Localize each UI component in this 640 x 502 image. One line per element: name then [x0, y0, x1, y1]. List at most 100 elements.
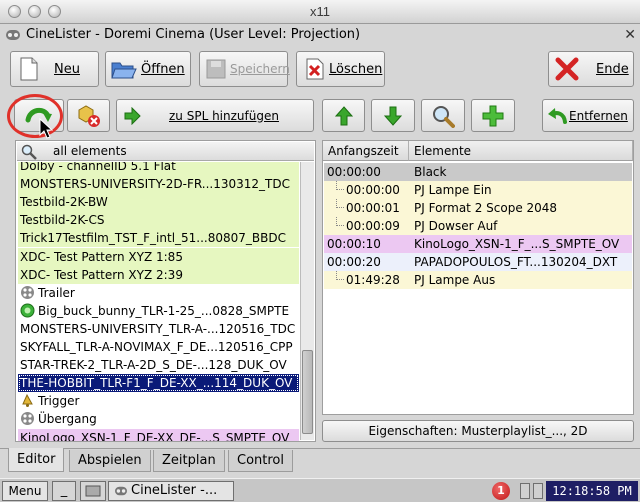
list-item[interactable]: MONSTERS-UNIVERSITY-2D-FR...130312_TDC: [18, 175, 299, 194]
element-cell: PAPADOPOULOS_FT...130204_DXT: [414, 255, 618, 269]
start-time-cell: 01:49:28: [346, 273, 400, 287]
new-document-icon: [20, 57, 38, 81]
list-item-label: Big_buck_bunny_TLR-1-25_...0828_SMPTE: [38, 303, 290, 318]
list-item[interactable]: KinoLogo_XSN-1_F_DE-XX_DE-...S_SMPTE_OV: [18, 428, 299, 442]
category-row[interactable]: Trailer: [18, 284, 299, 302]
save-button[interactable]: Speichern: [199, 51, 290, 87]
notification-count: 1: [497, 484, 505, 497]
list-item-label: MONSTERS-UNIVERSITY-2D-FR...130312_TDC: [20, 177, 290, 192]
list-item-label: STAR-TREK-2_TLR-A-2D_S_DE-...128_DUK_OV: [20, 358, 287, 373]
search-button[interactable]: [421, 99, 465, 132]
category-row[interactable]: Übergang: [18, 410, 299, 428]
playlist-row[interactable]: 00:00:00 PJ Lampe Ein: [324, 181, 632, 199]
remove-elements-button[interactable]: [67, 99, 110, 132]
list-item-label: Trick17Testfilm_TST_F_intl_51...80807_BB…: [20, 231, 286, 246]
underscore-label: _: [60, 483, 68, 498]
cubes-remove-icon: [78, 104, 100, 127]
tab-playback[interactable]: Abspielen: [69, 450, 151, 472]
delete-document-icon: [306, 58, 324, 80]
tray-icon-2[interactable]: [533, 483, 543, 499]
notification-badge[interactable]: 1: [492, 482, 510, 500]
vertical-scrollbar[interactable]: [300, 162, 314, 440]
list-item[interactable]: Dolby - channelID 5.1 Flat: [18, 162, 299, 175]
new-button[interactable]: Neu: [10, 51, 99, 87]
element-cell: Black: [414, 165, 447, 179]
filter-bar[interactable]: all elements: [17, 142, 314, 161]
x11-title: x11: [310, 4, 330, 19]
add-to-spl-button[interactable]: zu SPL hinzufügen: [116, 99, 314, 132]
x11-titlebar: x11: [0, 0, 640, 24]
new-button-label: Neu: [54, 61, 80, 77]
playlist-row[interactable]: 01:49:28 PJ Lampe Aus: [324, 271, 632, 289]
category-row[interactable]: Trigger: [18, 392, 299, 410]
playlist-row[interactable]: 00:00:20 PAPADOPOULOS_FT...130204_DXT: [324, 253, 632, 271]
minimize-all-button[interactable]: _: [52, 481, 76, 501]
status-ok-icon: [20, 303, 35, 318]
list-item-label: MONSTERS-UNIVERSITY_TLR-A-...120516_TDC: [20, 321, 296, 336]
tab-control[interactable]: Control: [228, 450, 293, 472]
playlist-row[interactable]: 00:00:10 KinoLogo_XSN-1_F_...S_SMPTE_OV: [324, 235, 632, 253]
taskbar-monitor-button[interactable]: [80, 481, 106, 501]
element-cell: KinoLogo_XSN-1_F_...S_SMPTE_OV: [414, 237, 620, 251]
start-time-cell: 00:00:01: [346, 201, 400, 215]
taskbar: Menu _ CineLister -... 1 12:18:58 PM: [0, 478, 640, 502]
list-item[interactable]: Trick17Testfilm_TST_F_intl_51...80807_BB…: [18, 229, 299, 248]
column-header-elements[interactable]: Elemente: [409, 141, 633, 161]
arrow-down-icon: [384, 106, 402, 126]
mouse-cursor-icon: [39, 118, 53, 139]
list-item-label: THE-HOBBIT_TLR-F1_F_DE-XX_...114_DUK_OV: [20, 376, 293, 391]
app-title: CineLister - Doremi Cinema (User Level: …: [26, 27, 361, 42]
clock-text: 12:18:58 PM: [552, 484, 632, 498]
remove-button[interactable]: Entfernen: [542, 99, 634, 132]
delete-button[interactable]: Löschen: [296, 51, 385, 87]
tab-editor[interactable]: Editor: [8, 448, 65, 472]
remove-button-label: Entfernen: [569, 108, 628, 123]
move-up-button[interactable]: [322, 99, 365, 132]
open-folder-icon: [111, 62, 137, 79]
playlist-row[interactable]: 00:00:00 Black: [324, 163, 632, 181]
start-time-cell: 00:00:10: [327, 237, 381, 251]
list-item[interactable]: MONSTERS-UNIVERSITY_TLR-A-...120516_TDC: [18, 320, 299, 338]
list-item-label: XDC- Test Pattern XYZ 1:85: [20, 249, 183, 264]
start-time-cell: 00:00:09: [346, 219, 400, 233]
open-button[interactable]: Öffnen: [105, 51, 191, 87]
end-button[interactable]: Ende: [548, 51, 634, 87]
start-time-cell: 00:00:00: [327, 165, 381, 179]
app-close-icon[interactable]: ✕: [624, 27, 636, 43]
tree-connector: [336, 181, 344, 190]
list-item-label: Testbild-2K-BW: [20, 195, 108, 210]
properties-button[interactable]: Eigenschaften: Musterplaylist_..., 2D: [322, 420, 634, 442]
scrollbar-thumb[interactable]: [302, 350, 313, 434]
taskbar-cinelister-window[interactable]: CineLister -...: [108, 481, 234, 501]
list-item[interactable]: Big_buck_bunny_TLR-1-25_...0828_SMPTE: [18, 302, 299, 320]
move-down-button[interactable]: [371, 99, 415, 132]
end-button-label: Ende: [596, 61, 629, 77]
elements-list: Dolby - channelID 5.1 Flat MONSTERS-UNIVE…: [16, 162, 299, 441]
list-item[interactable]: Testbild-2K-BW: [18, 193, 299, 212]
column-header-start-time[interactable]: Anfangszeit: [323, 141, 409, 161]
list-item[interactable]: XDC- Test Pattern XYZ 2:39: [18, 265, 299, 284]
playlist-row[interactable]: 00:00:01 PJ Format 2 Scope 2048: [324, 199, 632, 217]
start-time-cell: 00:00:20: [327, 255, 381, 269]
film-reel-icon: [115, 486, 127, 496]
film-reel-icon: [21, 285, 34, 299]
tab-schedule[interactable]: Zeitplan: [153, 450, 225, 472]
film-reel-icon: [21, 412, 34, 426]
tray-icon-1[interactable]: [520, 483, 530, 499]
menu-button[interactable]: Menu: [2, 481, 48, 501]
playlist-panel: Anfangszeit Elemente 00:00:00 Black 00:00:…: [322, 140, 634, 415]
list-item[interactable]: XDC- Test Pattern XYZ 1:85: [18, 247, 299, 266]
list-item[interactable]: SKYFALL_TLR-A-NOVIMAX_F_DE...120516_CPP: [18, 338, 299, 356]
add-button[interactable]: [471, 99, 515, 132]
monitor-icon: [85, 485, 101, 497]
list-item[interactable]: STAR-TREK-2_TLR-A-2D_S_DE-...128_DUK_OV: [18, 356, 299, 374]
list-item-label: Trigger: [38, 394, 80, 409]
element-cell: PJ Format 2 Scope 2048: [414, 201, 558, 215]
filter-label: all elements: [53, 144, 127, 158]
list-item[interactable]: THE-HOBBIT_TLR-F1_F_DE-XX_...114_DUK_OV: [18, 374, 299, 393]
undo-arrow-icon: [548, 107, 567, 124]
playlist-row[interactable]: 00:00:09 PJ Dowser Auf: [324, 217, 632, 235]
list-item-label: KinoLogo_XSN-1_F_DE-XX_DE-...S_SMPTE_OV: [20, 430, 290, 442]
list-item[interactable]: Testbild-2K-CS: [18, 211, 299, 230]
list-item-label: Trailer: [38, 285, 75, 300]
